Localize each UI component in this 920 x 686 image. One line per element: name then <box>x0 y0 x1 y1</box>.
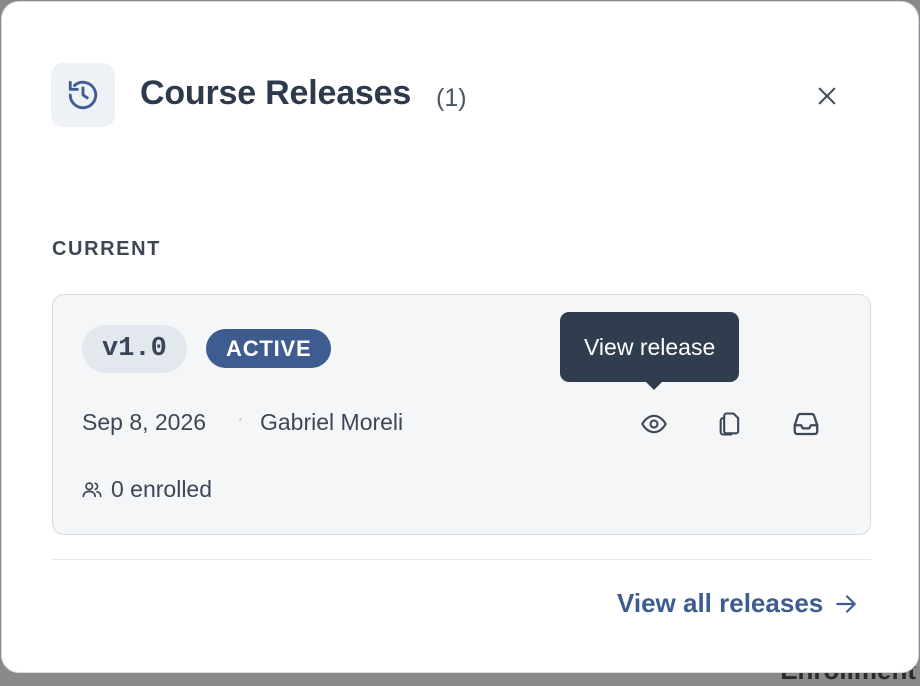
release-date: Sep 8, 2026 <box>82 409 206 436</box>
history-icon <box>51 63 115 127</box>
view-release-button[interactable] <box>634 404 674 444</box>
section-label-current: CURRENT <box>52 238 161 261</box>
version-badge: v1.0 <box>82 325 187 373</box>
view-all-releases-link[interactable]: View all releases <box>617 588 859 619</box>
eye-icon <box>640 410 668 438</box>
inbox-icon <box>791 409 821 439</box>
duplicate-release-button[interactable] <box>710 404 750 444</box>
enrolled-count: 0 enrolled <box>81 476 212 503</box>
release-card: v1.0 ACTIVE Sep 8, 2026 · Gabriel Moreli… <box>52 294 871 535</box>
close-button[interactable] <box>810 79 844 113</box>
view-release-tooltip: View release <box>560 312 739 382</box>
arrow-right-icon <box>833 591 859 617</box>
footer-divider <box>52 559 871 560</box>
users-icon <box>81 479 103 501</box>
course-releases-dialog: Course Releases (1) CURRENT v1.0 ACTIVE … <box>1 1 919 673</box>
enrolled-label: 0 enrolled <box>111 476 212 503</box>
release-author: Gabriel Moreli <box>260 409 403 436</box>
dialog-title: Course Releases <box>140 74 411 113</box>
status-badge: ACTIVE <box>206 329 331 368</box>
copy-icon <box>716 410 744 438</box>
release-count: (1) <box>436 84 467 113</box>
archive-release-button[interactable] <box>786 404 826 444</box>
meta-separator: · <box>237 408 244 431</box>
view-all-releases-label: View all releases <box>617 588 823 619</box>
close-icon <box>816 85 838 107</box>
